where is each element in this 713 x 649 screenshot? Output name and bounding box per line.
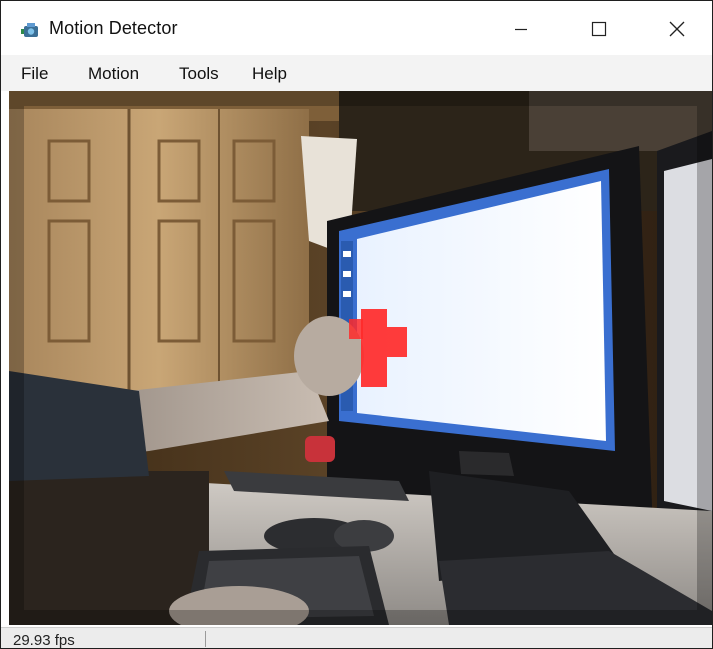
minimize-icon [515, 28, 527, 31]
maximize-icon [591, 21, 607, 37]
menu-motion[interactable]: Motion [88, 64, 139, 84]
menu-file[interactable]: File [21, 64, 48, 84]
app-window: Motion Detector File Motion Tools Help 2… [0, 0, 713, 649]
status-separator [205, 631, 206, 647]
video-feed [9, 91, 712, 625]
window-title: Motion Detector [49, 18, 178, 38]
camera-icon [21, 23, 38, 37]
menu-help[interactable]: Help [252, 64, 287, 84]
camera-frame [9, 91, 712, 625]
menu-bar: File Motion Tools Help [1, 55, 712, 91]
close-icon [669, 21, 685, 37]
maximize-button[interactable] [579, 11, 619, 47]
title-bar[interactable]: Motion Detector [1, 1, 712, 55]
fps-readout: 29.93 fps [13, 632, 75, 649]
menu-tools[interactable]: Tools [179, 64, 219, 84]
status-bar: 29.93 fps [1, 627, 712, 649]
minimize-button[interactable] [501, 11, 541, 47]
motion-highlight [361, 309, 387, 387]
close-button[interactable] [657, 11, 697, 47]
